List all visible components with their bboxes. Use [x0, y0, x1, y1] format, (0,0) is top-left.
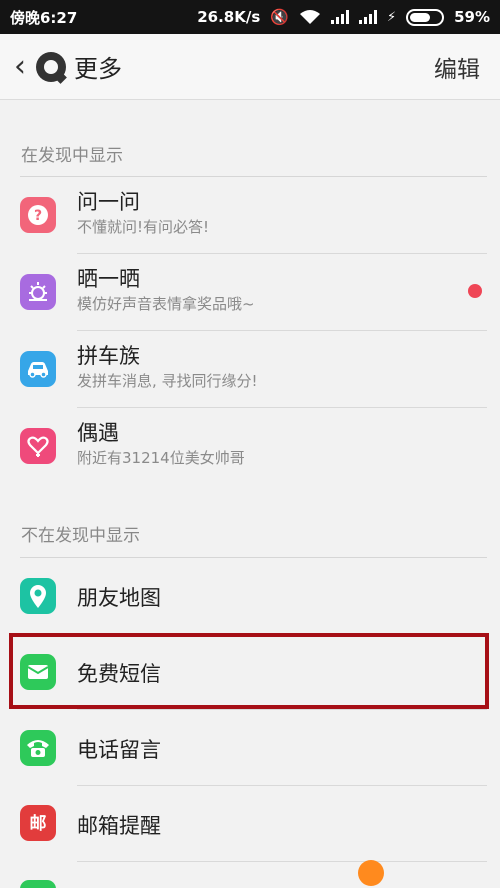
mute-icon: 🔇: [270, 8, 289, 26]
status-time: 傍晚6:27: [10, 8, 78, 27]
section-header-hidden: 不在发现中显示: [21, 525, 140, 546]
charging-icon: ⚡: [386, 9, 397, 25]
watermark: [358, 858, 496, 888]
item-title: 电话留言: [77, 738, 161, 762]
sun-icon: [20, 274, 56, 310]
status-right: 26.8K/s 🔇 ⚡ 59%: [197, 8, 490, 26]
network-speed: 26.8K/s: [197, 8, 261, 26]
list-item-voice-message[interactable]: 电话留言: [0, 710, 500, 785]
battery-percent: 59%: [454, 8, 490, 26]
car-icon: [20, 351, 56, 387]
notification-badge: [468, 284, 482, 298]
nav-bar: ‹ 更多 编辑: [0, 34, 500, 100]
list-item-mail-reminder[interactable]: 邮 邮箱提醒: [0, 786, 500, 861]
list-item-carpool[interactable]: 拼车族 发拼车消息, 寻找同行缘分!: [0, 331, 500, 407]
svg-text:邮: 邮: [30, 813, 47, 834]
battery-icon: [406, 8, 445, 26]
phone-icon: [20, 730, 56, 766]
item-title: 偶遇: [77, 421, 119, 445]
signal-icon-2: [358, 10, 377, 24]
map-pin-icon: [20, 578, 56, 614]
list-item-show[interactable]: 晒一晒 模仿好声音表情拿奖品哦~: [0, 254, 500, 330]
list-item-ask[interactable]: ? 问一问 不懂就问!有问必答!: [0, 177, 500, 253]
item-subtitle: 模仿好声音表情拿奖品哦~: [77, 295, 255, 313]
list-item-encounter[interactable]: 偶遇 附近有31214位美女帅哥: [0, 408, 500, 484]
item-title: 免费短信: [77, 662, 161, 686]
item-subtitle: 附近有31214位美女帅哥: [77, 449, 245, 467]
svg-text:?: ?: [34, 208, 42, 224]
wifi-icon: [299, 10, 320, 24]
edit-button[interactable]: 编辑: [434, 50, 480, 84]
item-subtitle: 发拼车消息, 寻找同行缘分!: [77, 372, 258, 390]
item-subtitle: 不懂就问!有问必答!: [77, 218, 210, 236]
item-title: 晒一晒: [77, 267, 140, 291]
item-title: 朋友地图: [77, 586, 161, 610]
list-item-free-sms[interactable]: 免费短信: [0, 634, 500, 709]
message-icon: [20, 654, 56, 690]
item-title: 拼车族: [77, 344, 140, 368]
page-title: 更多: [74, 55, 122, 83]
item-title: 问一问: [77, 190, 140, 214]
heart-icon: [20, 428, 56, 464]
item-title: 邮箱提醒: [77, 814, 161, 838]
status-bar: 傍晚6:27 26.8K/s 🔇 ⚡ 59%: [0, 0, 500, 34]
section-header-shown: 在发现中显示: [21, 145, 123, 166]
app-logo-icon: [36, 51, 66, 82]
watermark-logo-icon: [358, 860, 384, 886]
list-item-friend-map[interactable]: 朋友地图: [0, 558, 500, 633]
signal-icon: [330, 10, 349, 24]
partial-icon: [20, 880, 56, 888]
mail-icon: 邮: [20, 805, 56, 841]
chevron-left-icon[interactable]: ‹: [6, 34, 34, 100]
question-icon: ?: [20, 197, 56, 233]
